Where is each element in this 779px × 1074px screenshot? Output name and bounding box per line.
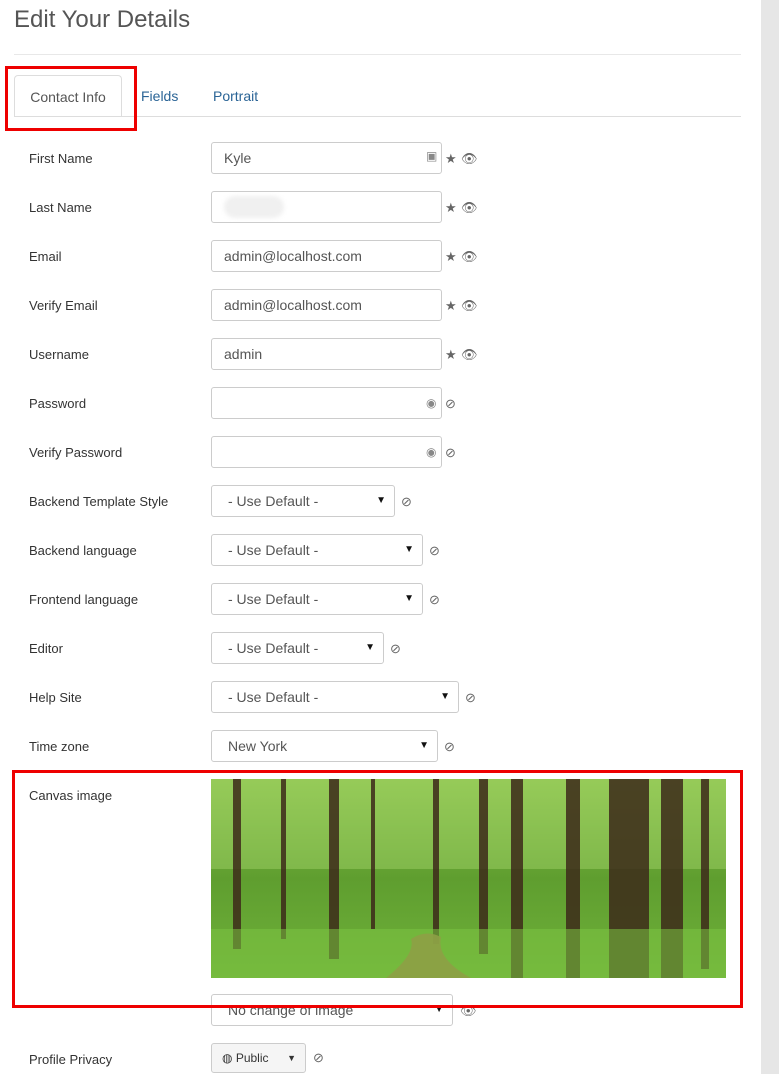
select-value: No change of image [228,1002,354,1018]
backend-template-style-select[interactable]: - Use Default - ▼ [211,485,395,517]
verify-email-label: Verify Email [29,298,98,313]
backend-template-style-label: Backend Template Style [29,494,169,509]
last-name-input[interactable] [211,191,442,223]
redacted-value [224,196,284,218]
verify-password-label: Verify Password [29,445,123,460]
canvas-image-preview [211,779,726,978]
hidden-eye-icon[interactable]: ⊘ [313,1050,324,1066]
required-star-icon: ★ [445,347,457,362]
email-input[interactable] [211,240,442,272]
title-divider [14,54,741,55]
visible-eye-icon[interactable]: 👁 [461,200,478,216]
time-zone-label: Time zone [29,739,90,754]
caret-down-icon: ▼ [376,495,386,506]
verify-email-input[interactable] [211,289,442,321]
hidden-eye-icon[interactable]: ⊘ [401,494,412,510]
contact-card-icon: ▣ [426,149,438,163]
hidden-eye-icon[interactable]: ⊘ [465,690,476,706]
required-star-icon: ★ [445,200,457,215]
tab-portrait[interactable]: Portrait [213,75,258,117]
caret-down-icon: ▼ [440,691,450,702]
backend-language-label: Backend language [29,543,137,558]
last-name-label: Last Name [29,200,92,215]
profile-privacy-dropdown[interactable]: ◍ Public ▼ [211,1043,306,1073]
visible-eye-icon[interactable]: 👁 [461,151,478,167]
required-star-icon: ★ [445,249,457,264]
frontend-language-label: Frontend language [29,592,139,607]
canvas-image-select[interactable]: No change of image ▼ [211,994,453,1026]
select-value: - Use Default - [228,689,319,705]
page-title: Edit Your Details [14,6,191,33]
hidden-eye-icon[interactable]: ⊘ [390,641,401,657]
first-name-input[interactable] [211,142,442,174]
caret-down-icon: ▼ [404,593,414,604]
select-value: New York [228,738,288,754]
hidden-eye-icon[interactable]: ⊘ [445,445,456,461]
visible-eye-icon[interactable]: 👁 [461,249,478,265]
visible-eye-icon[interactable]: 👁 [461,298,478,314]
select-value: - Use Default - [228,542,319,558]
canvas-image-label: Canvas image [29,788,113,803]
editor-label: Editor [29,641,63,656]
backend-language-select[interactable]: - Use Default - ▼ [211,534,423,566]
select-value: - Use Default - [228,591,319,607]
hidden-eye-icon[interactable]: ⊘ [429,543,440,559]
help-site-label: Help Site [29,690,82,705]
help-site-select[interactable]: - Use Default - ▼ [211,681,459,713]
tab-contact-info[interactable]: Contact Info [14,75,122,117]
tab-fields[interactable]: Fields [141,75,178,117]
verify-password-input[interactable] [211,436,442,468]
hidden-eye-icon[interactable]: ⊘ [429,592,440,608]
first-name-label: First Name [29,151,93,166]
time-zone-select[interactable]: New York ▼ [211,730,438,762]
tabs-divider [14,116,741,117]
caret-down-icon: ▼ [365,642,375,653]
scrollbar[interactable] [761,0,779,1074]
password-input[interactable] [211,387,442,419]
frontend-language-select[interactable]: - Use Default - ▼ [211,583,423,615]
required-star-icon: ★ [445,298,457,313]
hidden-eye-icon[interactable]: ⊘ [445,396,456,412]
password-strength-icon: ◉ [426,396,437,410]
editor-select[interactable]: - Use Default - ▼ [211,632,384,664]
visible-eye-icon[interactable]: 👁 [461,347,478,363]
username-input[interactable] [211,338,442,370]
visible-eye-icon[interactable]: 👁 [460,1003,477,1019]
caret-down-icon: ▼ [287,1053,296,1063]
required-star-icon: ★ [445,151,457,166]
profile-privacy-label: Profile Privacy [29,1052,113,1067]
password-label: Password [29,396,87,411]
globe-icon: ◍ [222,1051,233,1065]
username-label: Username [29,347,89,362]
email-label: Email [29,249,62,264]
select-value: - Use Default - [228,493,319,509]
caret-down-icon: ▼ [419,740,429,751]
password-strength-icon: ◉ [426,445,437,459]
privacy-value: Public [235,1051,269,1065]
select-value: - Use Default - [228,640,319,656]
caret-down-icon: ▼ [434,1004,444,1015]
hidden-eye-icon[interactable]: ⊘ [444,739,455,755]
caret-down-icon: ▼ [404,544,414,555]
